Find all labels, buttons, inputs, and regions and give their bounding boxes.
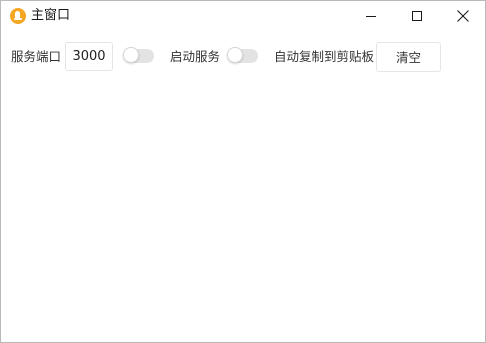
service-toggle[interactable] (227, 47, 258, 63)
service-toggle-knob (227, 47, 243, 63)
close-button[interactable] (440, 1, 486, 32)
window-title: 主窗口 (31, 8, 71, 23)
toolbar: 服务端口 启动服务 自动复制到剪贴板 清空 (1, 32, 485, 82)
title-bar[interactable]: 主窗口 (1, 1, 485, 32)
bell-icon (10, 8, 26, 24)
main-window: 主窗口 服务端口 启动服务 自动复制到剪贴板 清空 (0, 0, 486, 343)
auto-copy-label: 自动复制到剪贴板 (274, 49, 375, 64)
port-label: 服务端口 (11, 49, 62, 64)
service-label: 启动服务 (170, 49, 221, 64)
port-input[interactable] (65, 42, 113, 71)
clear-button[interactable]: 清空 (376, 42, 441, 72)
close-icon (457, 10, 469, 22)
maximize-button[interactable] (394, 1, 440, 32)
port-toggle[interactable] (123, 47, 154, 63)
minimize-button[interactable] (348, 1, 394, 32)
content-area (1, 82, 485, 342)
port-toggle-knob (123, 47, 139, 63)
